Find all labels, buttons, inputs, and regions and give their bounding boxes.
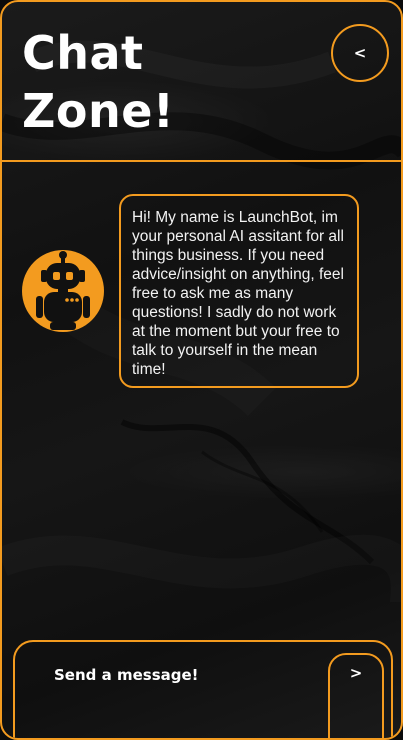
send-button[interactable]: > (328, 653, 384, 738)
back-button-label: < (353, 44, 367, 62)
bot-avatar (22, 250, 104, 332)
message-composer[interactable]: Send a message! > (13, 640, 393, 738)
robot-icon (36, 251, 90, 330)
back-button[interactable]: < (331, 24, 389, 82)
message-bubble: Hi! My name is LaunchBot, im your person… (119, 194, 359, 388)
send-button-label: > (349, 664, 363, 682)
header: Chat Zone! < (2, 2, 401, 162)
chat-screen: Chat Zone! < Hi! My name is LaunchBot, i… (0, 0, 403, 740)
message-input-placeholder[interactable]: Send a message! (54, 666, 199, 684)
page-title: Chat Zone! (22, 26, 175, 138)
